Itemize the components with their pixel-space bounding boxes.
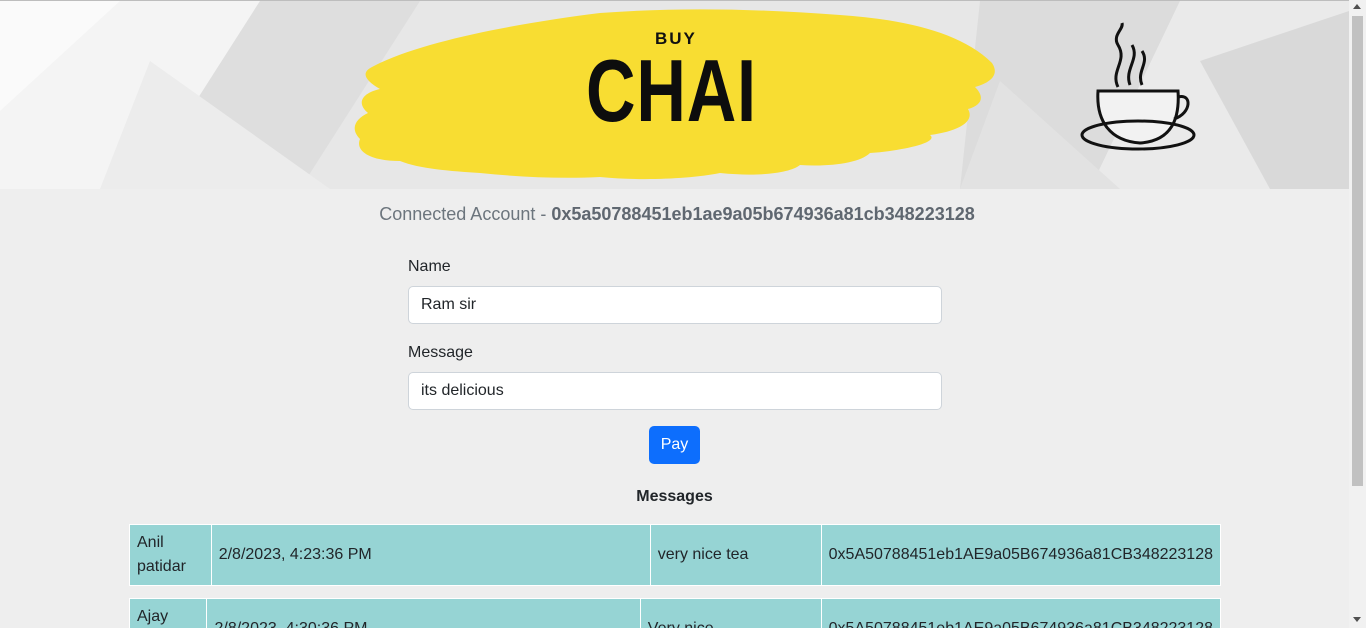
name-field-group: Name Ram sir — [408, 258, 942, 324]
banner-chai-text: CHAI — [586, 41, 757, 140]
message-from-address: 0x5A50788451eb1AE9a05B674936a81CB3482231… — [820, 524, 1222, 586]
message-row-2: Ajay 2/8/2023, 4:30:36 PM Very nice ... … — [128, 598, 1222, 628]
message-timestamp: 2/8/2023, 4:23:36 PM — [210, 524, 651, 586]
message-name: Ajay — [128, 598, 208, 628]
connected-account-address: 0x5a50788451eb1ae9a05b674936a81cb3482231… — [551, 204, 975, 224]
scroll-up-arrow-icon[interactable] — [1353, 4, 1361, 9]
connected-account: Connected Account - 0x5a50788451eb1ae9a0… — [0, 204, 1349, 225]
message-timestamp: 2/8/2023, 4:30:36 PM — [206, 598, 641, 628]
scroll-down-arrow-icon[interactable] — [1353, 617, 1361, 622]
pay-button[interactable]: Pay — [649, 426, 700, 464]
vertical-scrollbar[interactable] — [1349, 0, 1366, 628]
connected-account-label: Connected Account - — [379, 204, 552, 224]
message-from-address: 0x5A50788451eb1AE9a05B674936a81CB3482231… — [820, 598, 1222, 628]
message-text: Very nice ... — [639, 598, 822, 628]
message-label: Message — [408, 344, 473, 361]
banner: BUY CHAI — [0, 1, 1349, 189]
messages-title: Messages — [636, 488, 713, 505]
message-row-1: Anil patidar 2/8/2023, 4:23:36 PM very n… — [129, 524, 1222, 586]
scroll-thumb[interactable] — [1352, 16, 1363, 486]
name-label: Name — [408, 258, 451, 275]
page: BUY CHAI Connected Account - 0x5a5078845… — [0, 0, 1349, 628]
message-field-group: Message its delicious — [408, 344, 942, 410]
table-row: Anil patidar 2/8/2023, 4:23:36 PM very n… — [129, 524, 1222, 586]
name-input[interactable]: Ram sir — [408, 286, 942, 324]
message-name: Anil patidar — [129, 524, 212, 586]
message-input[interactable]: its delicious — [408, 372, 942, 410]
table-row: Ajay 2/8/2023, 4:30:36 PM Very nice ... … — [128, 598, 1222, 628]
message-text: very nice tea — [649, 524, 822, 586]
